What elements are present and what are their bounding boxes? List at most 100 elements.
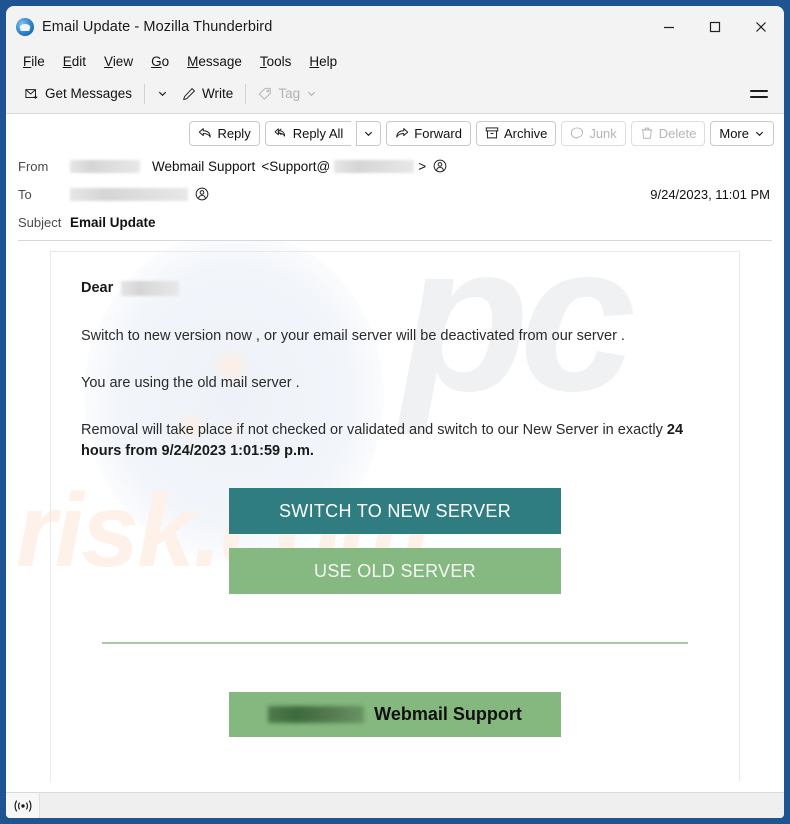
reply-all-dropdown[interactable]	[356, 120, 382, 146]
junk-button[interactable]: Junk	[561, 120, 626, 146]
menu-accel-message: M	[187, 53, 199, 69]
more-label: More	[719, 125, 749, 141]
switch-to-new-server-button[interactable]: SWITCH TO NEW SERVER	[229, 488, 561, 535]
reply-button[interactable]: Reply	[189, 120, 260, 146]
body-paragraph-3: Removal will take place if not checked o…	[81, 420, 709, 462]
hamburger-line	[750, 95, 768, 98]
reply-all-button[interactable]: Reply All	[264, 120, 352, 146]
to-recipient-redaction	[70, 187, 188, 201]
forward-icon	[396, 128, 409, 138]
status-bar	[6, 792, 784, 818]
menu-rest-file: ile	[31, 53, 45, 69]
from-name-redaction	[70, 159, 140, 173]
menu-rest-go: o	[161, 53, 170, 69]
chevron-down-icon	[307, 91, 316, 97]
from-label: From	[18, 158, 49, 174]
menu-item-view[interactable]: View	[97, 52, 140, 71]
forward-label: Forward	[414, 125, 462, 141]
app-menu-button[interactable]	[746, 83, 772, 105]
menu-accel-file: F	[23, 53, 32, 69]
email-content-card: Dear Switch to new version now , or your…	[50, 251, 740, 781]
online-status-icon	[14, 799, 31, 812]
write-button[interactable]: Write	[175, 82, 240, 105]
tag-button[interactable]: Tag	[251, 82, 324, 105]
greeting-text: Dear	[81, 280, 114, 296]
menu-bar: File Edit View Go Message Tools Help	[6, 48, 784, 74]
message-headers: From Webmail Support <Support@ > To 9/24…	[6, 152, 784, 241]
title-bar: Email Update - Mozilla Thunderbird	[6, 6, 784, 48]
header-row-to: To 9/24/2023, 11:01 PM	[18, 180, 772, 208]
menu-rest-view: iew	[112, 53, 134, 69]
body-paragraph-3-text: Removal will take place if not checked o…	[81, 422, 667, 439]
write-label: Write	[202, 86, 234, 101]
cta-button-group: SWITCH TO NEW SERVER USE OLD SERVER	[81, 488, 709, 595]
main-toolbar: Get Messages Write Tag	[6, 74, 784, 114]
menu-item-tools[interactable]: Tools	[253, 52, 299, 71]
use-old-server-button[interactable]: USE OLD SERVER	[229, 548, 561, 595]
from-address-prefix: <Support@	[261, 158, 331, 174]
get-messages-icon	[25, 88, 38, 99]
junk-icon	[571, 127, 584, 139]
delete-button[interactable]: Delete	[630, 120, 706, 146]
toolbar-separator-1	[144, 83, 146, 104]
body-paragraph-1: Switch to new version now , or your emai…	[81, 328, 625, 344]
reply-all-label: Reply All	[292, 125, 344, 141]
menu-item-message[interactable]: Message	[180, 52, 249, 71]
forward-button[interactable]: Forward	[386, 120, 471, 146]
window-title: Email Update - Mozilla Thunderbird	[42, 19, 273, 35]
minimize-button[interactable]	[646, 6, 692, 48]
menu-accel-view: V	[104, 53, 113, 69]
pencil-icon	[183, 87, 196, 100]
reply-all-icon	[274, 128, 285, 137]
from-value[interactable]: Webmail Support <Support@ >	[70, 159, 447, 174]
menu-item-edit[interactable]: Edit	[56, 52, 93, 71]
more-button[interactable]: More	[710, 120, 774, 146]
signature-divider	[102, 642, 688, 645]
archive-icon	[485, 127, 499, 139]
contact-avatar-icon[interactable]	[195, 187, 209, 201]
get-messages-button[interactable]: Get Messages	[18, 82, 139, 105]
archive-button[interactable]: Archive	[475, 120, 557, 146]
message-body-pane: pc risk.com Dear Switch to new version n…	[6, 241, 784, 792]
chevron-down-icon	[158, 91, 167, 97]
from-display-name: Webmail Support	[152, 158, 256, 174]
to-label: To	[18, 186, 32, 202]
menu-item-file[interactable]: File	[16, 52, 52, 71]
delete-label: Delete	[658, 125, 697, 141]
chevron-down-icon	[755, 131, 764, 136]
subject-label: Subject	[18, 214, 62, 230]
menu-item-help[interactable]: Help	[302, 52, 344, 71]
maximize-button[interactable]	[692, 6, 738, 48]
online-status-button[interactable]	[6, 793, 40, 818]
subject-value: Email Update	[70, 214, 156, 230]
reply-icon	[199, 128, 212, 138]
menu-rest-tools: ools	[266, 53, 292, 69]
tag-label: Tag	[278, 86, 301, 101]
thunderbird-logo-icon	[16, 18, 34, 36]
from-address-suffix: >	[418, 158, 427, 174]
toolbar-separator-2	[245, 83, 247, 104]
signature-name: Webmail Support	[374, 704, 522, 725]
menu-accel-tools: T	[259, 53, 267, 69]
chevron-down-icon	[365, 131, 373, 136]
header-row-subject: Subject Email Update	[18, 208, 772, 236]
menu-accel-go: G	[151, 53, 162, 69]
tag-icon	[258, 87, 272, 100]
menu-rest-message: essage	[198, 53, 242, 69]
get-messages-dropdown[interactable]	[150, 84, 175, 103]
menu-rest-edit: dit	[71, 53, 87, 69]
close-icon	[756, 22, 766, 32]
trash-icon	[641, 127, 653, 139]
signature-brand-redaction	[268, 706, 365, 724]
menu-accel-help: H	[309, 53, 320, 69]
body-paragraph-2: You are using the old mail server .	[81, 375, 300, 392]
to-value[interactable]	[70, 187, 209, 201]
junk-label: Junk	[589, 125, 617, 141]
reply-label: Reply	[217, 125, 251, 141]
recipient-name-redaction	[121, 280, 180, 296]
greeting-line: Dear	[81, 280, 709, 296]
close-button[interactable]	[738, 6, 784, 48]
menu-item-go[interactable]: Go	[144, 52, 176, 71]
from-domain-redaction	[334, 159, 415, 173]
contact-avatar-icon[interactable]	[433, 159, 447, 173]
